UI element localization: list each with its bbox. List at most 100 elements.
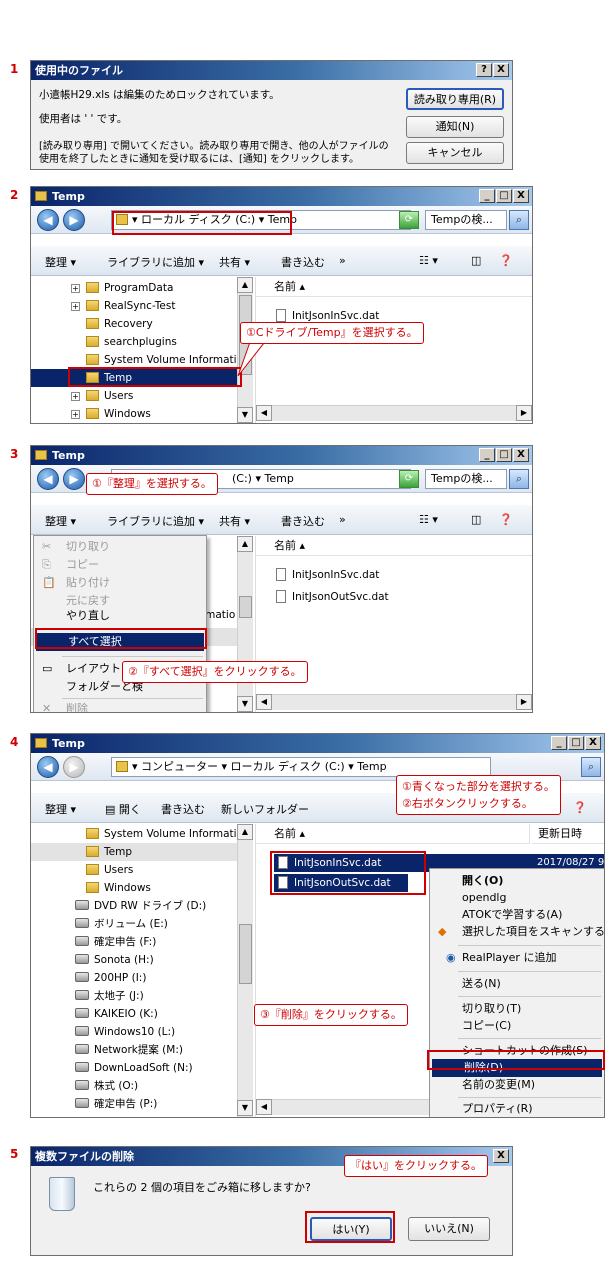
tree-scrollbar[interactable]: ▲ ▼: [237, 824, 253, 1117]
organize-button[interactable]: 整理 ▾: [45, 801, 76, 817]
tree-item-drive-f[interactable]: 確定申告 (F:): [75, 933, 156, 951]
more-button[interactable]: »: [339, 513, 346, 526]
network-drive-icon: [75, 954, 89, 964]
minimize-button[interactable]: _: [479, 448, 495, 462]
layout-icon: ▭: [42, 662, 53, 675]
organize-button[interactable]: 整理 ▾: [45, 513, 76, 529]
open-button[interactable]: ▤ 開く: [105, 801, 141, 817]
instruction-callout: ②『すべて選択』をクリックする。: [122, 661, 308, 683]
scan-icon: ◆: [438, 925, 447, 938]
network-drive-icon: [75, 1080, 89, 1090]
tree-item-dvd-drive[interactable]: DVD RW ドライブ (D:): [75, 897, 206, 915]
address-path: ▾ コンピューター ▾ ローカル ディスク (C:) ▾ Temp: [132, 760, 387, 773]
ctx-item-cut[interactable]: 切り取り(T): [430, 1000, 604, 1018]
window-title: Temp: [52, 737, 85, 750]
context-menu: 開く(O) opendlg ATOKで学習する(A) ◆ 選択した項目をスキャンす…: [429, 868, 604, 1117]
network-drive-icon: [75, 990, 89, 1000]
forward-arrow-icon[interactable]: ▶: [63, 756, 85, 778]
back-arrow-icon[interactable]: ◀: [37, 468, 59, 490]
window-title: Temp: [52, 449, 85, 462]
help-icon[interactable]: ❓: [499, 513, 513, 526]
tree-item-drive-j[interactable]: 太地子 (J:): [75, 987, 144, 1005]
dialog-title: 複数ファイルの削除: [35, 1150, 134, 1163]
help-icon[interactable]: ❓: [573, 801, 587, 814]
highlight-delete: [427, 1050, 605, 1070]
ctx-item-open[interactable]: 開く(O): [430, 872, 604, 890]
ctx-item-properties[interactable]: プロパティ(R): [430, 1100, 604, 1117]
add-to-library-button[interactable]: ライブラリに追加 ▾: [107, 513, 204, 529]
menu-item-copy[interactable]: ⎘ コピー: [34, 556, 206, 574]
highlight-yes: [305, 1211, 395, 1243]
instruction-callout: ③『削除』をクリックする。: [254, 1004, 408, 1026]
tree-item-drive-l[interactable]: Windows10 (L:): [75, 1023, 175, 1041]
tree-item-users[interactable]: Users: [86, 861, 133, 879]
tree-item-drive-i[interactable]: 200HP (I:): [75, 969, 146, 987]
ctx-item-realplayer[interactable]: ◉ RealPlayer に追加: [430, 949, 604, 967]
share-button[interactable]: 共有 ▾: [219, 513, 250, 529]
maximize-button[interactable]: □: [568, 736, 584, 750]
scissors-icon: ✂: [42, 540, 52, 553]
menu-item-paste[interactable]: 📋 貼り付け: [34, 574, 206, 592]
instruction-callout: ①Cドライブ/Temp』を選択する。: [240, 322, 424, 344]
tree-item-drive-p[interactable]: 確定申告 (P:): [75, 1095, 157, 1113]
close-button[interactable]: X: [493, 1149, 509, 1163]
column-header-date[interactable]: 更新日時: [532, 824, 604, 844]
ctx-item-atok[interactable]: ATOKで学習する(A): [430, 906, 604, 924]
menu-item-delete[interactable]: ✕ 削除: [34, 700, 206, 712]
file-item[interactable]: InitJsonOutSvc.dat: [276, 588, 389, 606]
preview-pane-icon[interactable]: ◫: [471, 513, 481, 526]
burn-button[interactable]: 書き込む: [161, 801, 205, 817]
highlight-selected-files: [270, 851, 426, 895]
file-icon: [276, 590, 286, 603]
network-drive-icon: [75, 1008, 89, 1018]
network-drive-icon: [75, 1062, 89, 1072]
tree-item-drive-k[interactable]: KAIKEIO (K:): [75, 1005, 158, 1023]
instruction-callout: ①『整理』を選択する。: [86, 473, 218, 495]
new-folder-button[interactable]: 新しいフォルダー: [221, 801, 309, 817]
tree-item-drive-h[interactable]: Sonota (H:): [75, 951, 154, 969]
column-header-name[interactable]: 名前 ▴: [256, 536, 532, 556]
refresh-icon[interactable]: ⟳: [399, 470, 419, 488]
ctx-item-copy[interactable]: コピー(C): [430, 1017, 604, 1035]
no-button[interactable]: いいえ(N): [408, 1217, 490, 1241]
recycle-bin-icon: [49, 1177, 75, 1211]
minimize-button[interactable]: _: [551, 736, 567, 750]
tree-item-drive-m[interactable]: Network提案 (M:): [75, 1041, 183, 1059]
highlight-select-all: [35, 628, 207, 649]
ctx-item-scan[interactable]: ◆選択した項目をスキャンする (S): [430, 923, 604, 941]
dvd-drive-icon: [75, 900, 89, 910]
search-icon[interactable]: ⌕: [581, 757, 601, 777]
tree-scrollbar[interactable]: ▲ ▼: [237, 536, 253, 712]
tree-item-drive-e[interactable]: ボリューム (E:): [75, 915, 168, 933]
menu-item-cut[interactable]: ✂ 切り取り: [34, 538, 206, 556]
drive-icon: [75, 918, 89, 928]
confirm-message: これらの 2 個の項目をごみ箱に移しますか?: [93, 1181, 311, 1194]
realplayer-icon: ◉: [446, 951, 456, 964]
burn-button[interactable]: 書き込む: [281, 513, 325, 529]
network-drive-icon: [75, 936, 89, 946]
search-icon[interactable]: ⌕: [509, 469, 529, 489]
tree-item-drive-o[interactable]: 株式 (O:): [75, 1077, 138, 1095]
forward-arrow-icon[interactable]: ▶: [63, 468, 85, 490]
close-button[interactable]: X: [513, 448, 529, 462]
network-drive-icon: [75, 1044, 89, 1054]
column-header-name[interactable]: 名前 ▴: [256, 824, 530, 844]
ctx-item-opendlg[interactable]: opendlg: [430, 889, 604, 907]
menu-item-redo[interactable]: やり直し: [34, 607, 206, 625]
tree-item-system-volume[interactable]: System Volume Informatio: [86, 825, 243, 843]
search-input[interactable]: Tempの検...: [425, 469, 507, 489]
address-bar[interactable]: ▾ コンピューター ▾ ローカル ディスク (C:) ▾ Temp: [111, 757, 491, 777]
tree-item-temp[interactable]: Temp: [31, 843, 237, 861]
back-arrow-icon[interactable]: ◀: [37, 756, 59, 778]
close-button[interactable]: X: [585, 736, 601, 750]
tree-item-windows[interactable]: Windows: [86, 879, 151, 897]
organize-menu: ✂ 切り取り ⎘ コピー 📋 貼り付け 元に戻す やり直し すべて選択 ▭ レイアウト …: [33, 535, 207, 712]
network-drive-icon: [75, 972, 89, 982]
maximize-button[interactable]: □: [496, 448, 512, 462]
ctx-item-rename[interactable]: 名前の変更(M): [430, 1076, 604, 1094]
file-item[interactable]: InitJsonInSvc.dat: [276, 566, 379, 584]
horizontal-scrollbar[interactable]: ◀ ▶: [256, 694, 532, 710]
view-icon[interactable]: ☷ ▾: [419, 513, 438, 526]
ctx-item-send-to[interactable]: 送る(N): [430, 975, 604, 993]
tree-item-drive-n[interactable]: DownLoadSoft (N:): [75, 1059, 193, 1077]
